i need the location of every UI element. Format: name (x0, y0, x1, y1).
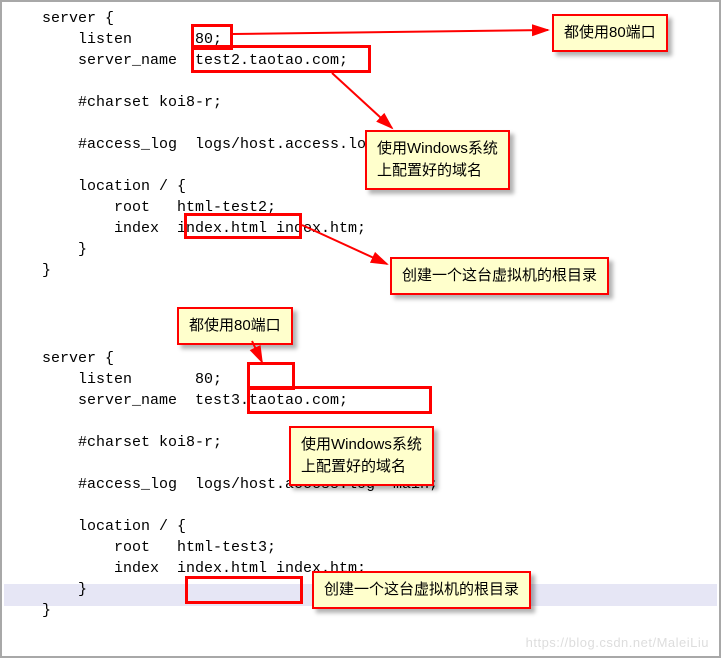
callout-domain-1: 使用Windows系统 上配置好的域名 (365, 130, 510, 190)
callout-domain-2: 使用Windows系统 上配置好的域名 (289, 426, 434, 486)
box-server-name-2 (247, 386, 432, 414)
box-server-name-1 (191, 45, 371, 73)
callout-root-2: 创建一个这台虚拟机的根目录 (312, 571, 531, 609)
image-frame: server { listen 80; server_name test2.ta… (0, 0, 721, 658)
box-root-html-test3 (185, 576, 303, 604)
callout-root-1: 创建一个这台虚拟机的根目录 (390, 257, 609, 295)
box-root-html-test2 (184, 213, 302, 239)
csdn-watermark: https://blog.csdn.net/MaleiLiu (526, 635, 709, 650)
callout-port-2: 都使用80端口 (177, 307, 293, 345)
callout-port-1: 都使用80端口 (552, 14, 668, 52)
